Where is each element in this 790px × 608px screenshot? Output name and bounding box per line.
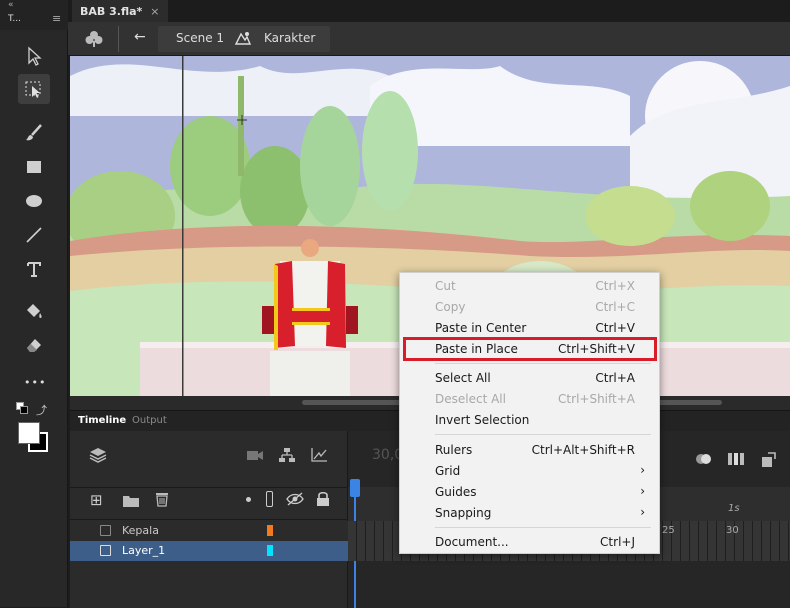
menu-item-shortcut: Ctrl+A xyxy=(595,371,635,385)
layer-name: Kepala xyxy=(122,524,159,537)
menu-item-copy[interactable]: Copy Ctrl+C xyxy=(400,297,659,318)
menu-item-invert-selection[interactable]: Invert Selection xyxy=(400,410,659,431)
menu-item-guides[interactable]: Guides › xyxy=(400,482,659,503)
onion-skin-icon[interactable] xyxy=(694,449,714,469)
trash-icon[interactable] xyxy=(154,491,170,507)
menu-item-label: Paste in Center xyxy=(435,321,527,335)
menu-item-label: Rulers xyxy=(435,443,473,457)
menu-item-label: Invert Selection xyxy=(435,413,530,427)
layer-row-kepala[interactable]: Kepala xyxy=(70,521,348,541)
submenu-arrow-icon: › xyxy=(640,505,645,519)
menu-item-label: Document... xyxy=(435,535,509,549)
edit-symbols-icon[interactable] xyxy=(84,29,104,49)
new-folder-icon[interactable] xyxy=(122,493,140,507)
menu-item-shortcut: Ctrl+Alt+Shift+R xyxy=(531,443,635,457)
text-tool-icon[interactable] xyxy=(18,254,50,284)
swap-colors-icon[interactable]: ⤴ xyxy=(36,402,47,418)
default-colors-icon[interactable] xyxy=(16,402,30,416)
back-arrow-icon[interactable]: ← xyxy=(134,29,146,45)
tools-panel-header: « T... ≡ xyxy=(0,0,68,30)
tools-panel-title: T... xyxy=(8,14,22,24)
outline-icon[interactable] xyxy=(266,491,273,507)
document-tab[interactable]: BAB 3.fla* × xyxy=(72,0,168,22)
rectangle-tool-icon[interactable] xyxy=(18,152,50,182)
menu-item-snapping[interactable]: Snapping › xyxy=(400,503,659,524)
menu-item-label: Select All xyxy=(435,371,491,385)
tools-panel: « T... ≡ ••• ⤴ xyxy=(0,0,68,607)
menu-item-label: Copy xyxy=(435,300,466,314)
menu-item-grid[interactable]: Grid › xyxy=(400,461,659,482)
menu-separator xyxy=(435,527,651,528)
menu-item-label: Deselect All xyxy=(435,392,506,406)
divider xyxy=(118,26,119,52)
menu-item-cut[interactable]: Cut Ctrl+X xyxy=(400,276,659,297)
menu-item-paste-in-center[interactable]: Paste in Center Ctrl+V xyxy=(400,318,659,339)
layer-name: Layer_1 xyxy=(122,544,166,557)
menu-item-document[interactable]: Document... Ctrl+J xyxy=(400,532,659,553)
panel-menu-icon[interactable]: ≡ xyxy=(52,12,61,25)
breadcrumb-scene[interactable]: Scene 1 xyxy=(176,31,224,45)
layer-type-icon xyxy=(100,525,111,536)
submenu-arrow-icon: › xyxy=(640,463,645,477)
loop-icon[interactable] xyxy=(758,449,778,469)
menu-item-select-all[interactable]: Select All Ctrl+A xyxy=(400,368,659,389)
submenu-arrow-icon: › xyxy=(640,484,645,498)
document-tab-bar: BAB 3.fla* × xyxy=(68,0,790,22)
tab-timeline[interactable]: Timeline xyxy=(78,415,126,426)
selection-tool-icon[interactable] xyxy=(18,41,50,71)
breadcrumb: Scene 1 Karakter xyxy=(158,26,330,52)
collapse-icon[interactable]: « xyxy=(8,0,14,10)
tab-output[interactable]: Output xyxy=(132,415,167,426)
brush-tool-icon[interactable] xyxy=(18,118,50,148)
divider xyxy=(70,519,348,520)
highlight-box xyxy=(403,337,657,361)
layer-row-layer-1[interactable]: Layer_1 xyxy=(70,541,348,561)
close-tab-icon[interactable]: × xyxy=(150,5,159,18)
frame-number: 25 xyxy=(662,525,675,536)
menu-item-deselect-all[interactable]: Deselect All Ctrl+Shift+A xyxy=(400,389,659,410)
playhead[interactable] xyxy=(350,479,360,497)
menu-separator xyxy=(435,363,651,364)
layers-panel: ⊞ Kepala Layer_1 xyxy=(70,431,348,608)
seconds-marker: 1s xyxy=(728,503,740,514)
paint-bucket-tool-icon[interactable] xyxy=(18,296,50,326)
lock-icon[interactable] xyxy=(316,491,330,507)
eraser-tool-icon[interactable] xyxy=(18,330,50,360)
document-tab-title: BAB 3.fla* xyxy=(80,4,143,18)
new-layer-icon[interactable]: ⊞ xyxy=(90,491,103,509)
graph-icon[interactable] xyxy=(310,447,328,463)
menu-item-shortcut: Ctrl+Shift+A xyxy=(558,392,635,406)
menu-item-label: Cut xyxy=(435,279,456,293)
breadcrumb-symbol[interactable]: Karakter xyxy=(264,31,315,45)
graphic-symbol-icon xyxy=(234,30,252,48)
menu-separator xyxy=(435,434,651,435)
menu-item-rulers[interactable]: Rulers Ctrl+Alt+Shift+R xyxy=(400,440,659,461)
hide-layers-icon[interactable] xyxy=(286,491,304,507)
camera-icon[interactable] xyxy=(246,447,264,463)
menu-item-label: Grid xyxy=(435,464,461,478)
menu-item-shortcut: Ctrl+V xyxy=(595,321,635,335)
frame-number: 30 xyxy=(726,525,739,536)
oval-tool-icon[interactable] xyxy=(18,186,50,216)
layer-parenting-icon[interactable] xyxy=(278,447,296,463)
divider xyxy=(70,487,348,488)
menu-item-label: Guides xyxy=(435,485,477,499)
menu-item-shortcut: Ctrl+C xyxy=(595,300,635,314)
layer-color-swatch[interactable] xyxy=(267,545,273,556)
stroke-fill-swatch[interactable] xyxy=(16,420,50,454)
highlight-layers-icon[interactable] xyxy=(246,497,251,502)
layer-color-swatch[interactable] xyxy=(267,525,273,536)
more-tools-icon[interactable]: ••• xyxy=(24,376,46,389)
line-tool-icon[interactable] xyxy=(18,220,50,250)
edit-bar: ← Scene 1 Karakter xyxy=(68,22,790,56)
subselection-tool-icon[interactable] xyxy=(18,74,50,104)
menu-item-shortcut: Ctrl+J xyxy=(600,535,635,549)
edit-multiple-frames-icon[interactable] xyxy=(726,449,746,469)
layer-stack-icon[interactable] xyxy=(88,445,108,465)
layer-type-icon xyxy=(100,545,111,556)
menu-item-shortcut: Ctrl+X xyxy=(595,279,635,293)
menu-item-label: Snapping xyxy=(435,506,492,520)
context-menu: Cut Ctrl+X Copy Ctrl+C Paste in Center C… xyxy=(399,272,660,554)
